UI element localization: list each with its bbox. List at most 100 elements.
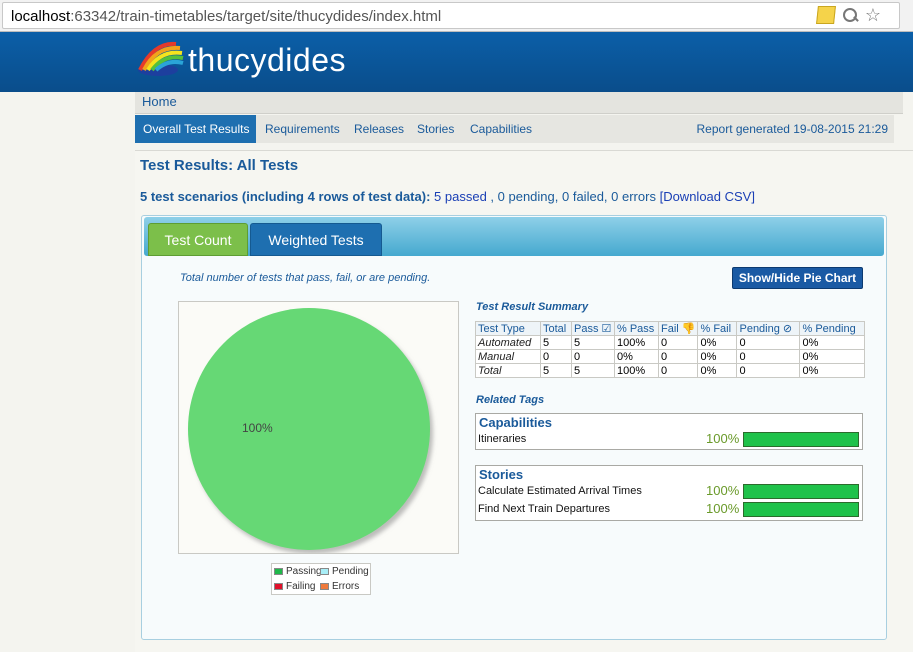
legend-errors-swatch <box>320 582 329 590</box>
tag-progress-fill <box>744 485 858 498</box>
legend-item-errors: Errors <box>320 581 359 592</box>
pie-chart-area: 100% <box>178 301 459 554</box>
separator: , <box>486 189 498 204</box>
cell: 0% <box>697 335 738 350</box>
column-header-fail: Fail 👎 <box>657 321 699 336</box>
url-path: :63342/train-timetables/target/site/thuc… <box>70 8 442 25</box>
main-nav: Overall Test Results Requirements Releas… <box>135 115 894 143</box>
pie-legend: Passing Pending Failing Errors <box>271 563 371 595</box>
column-header-pct-fail: % Fail <box>697 321 738 336</box>
legend-failing-label: Failing <box>286 581 316 592</box>
scenario-count-text: 5 test scenarios (including 4 rows of te… <box>140 189 431 204</box>
tab-weighted-tests[interactable]: Weighted Tests <box>250 223 382 256</box>
url-text: localhost:63342/train-timetables/target/… <box>11 8 441 25</box>
pie-slice-passing[interactable] <box>188 308 430 550</box>
tab-stories[interactable]: Stories <box>417 115 454 143</box>
page-title: Test Results: All Tests <box>140 157 299 174</box>
column-header-total: Total <box>540 321 572 336</box>
tag-progress-fill <box>744 433 858 446</box>
tag-progress-bar <box>743 502 859 517</box>
results-panel: Test Count Weighted Tests Total number o… <box>141 215 887 640</box>
column-header-pct-pass: % Pass <box>614 321 659 336</box>
address-bar[interactable]: localhost:63342/train-timetables/target/… <box>2 2 900 29</box>
cell: 0 <box>736 363 801 378</box>
cell: 0% <box>799 335 866 350</box>
tag-row: Find Next Train Departures 100% <box>476 501 862 519</box>
tab-releases[interactable]: Releases <box>354 115 404 143</box>
separator: , <box>554 189 562 204</box>
tag-name-link[interactable]: Find Next Train Departures <box>478 503 610 515</box>
legend-item-failing: Failing <box>274 581 315 592</box>
cell: 0 <box>571 349 615 364</box>
row-label: Manual <box>475 349 541 364</box>
cell: 0 <box>736 349 801 364</box>
tag-row: Itineraries 100% <box>476 431 862 449</box>
tab-overall-test-results[interactable]: Overall Test Results <box>135 115 256 143</box>
pie-slices <box>188 308 430 550</box>
cell: 0% <box>697 363 738 378</box>
main-content: Test Results: All Tests 5 test scenarios… <box>135 150 913 652</box>
tag-percent: 100% <box>706 483 740 498</box>
show-hide-pie-chart-button[interactable]: Show/Hide Pie Chart <box>732 267 863 289</box>
legend-pending-label: Pending <box>332 566 369 577</box>
address-bar-icons: ☆ <box>815 6 881 24</box>
url-host: localhost <box>11 8 71 25</box>
thucydides-logo-icon <box>138 41 184 76</box>
column-header-pending: Pending ⊘ <box>736 321 801 336</box>
cell: 5 <box>571 363 615 378</box>
legend-errors-label: Errors <box>332 581 360 592</box>
cell: 0 <box>657 335 699 350</box>
column-header-pass: Pass ☑ <box>571 321 615 336</box>
capabilities-tag-box: Capabilities Itineraries 100% <box>475 413 863 450</box>
left-margin <box>0 92 135 652</box>
tab-capabilities[interactable]: Capabilities <box>470 115 532 143</box>
cell: 100% <box>614 363 659 378</box>
tag-progress-bar <box>743 484 859 499</box>
tag-progress-fill <box>744 503 858 516</box>
row-label: Automated <box>475 335 541 350</box>
sticky-note-icon[interactable] <box>815 6 836 24</box>
cell: 0% <box>697 349 738 364</box>
errors-count: 0 errors <box>611 189 656 204</box>
column-header-pct-pending: % Pending <box>799 321 866 336</box>
cell: 0% <box>614 349 659 364</box>
legend-item-pending: Pending <box>320 566 369 577</box>
table-row: Automated 5 5 100% 0 0% 0 0% <box>475 335 866 350</box>
cell: 5 <box>540 363 572 378</box>
tag-name-link[interactable]: Calculate Estimated Arrival Times <box>478 485 642 497</box>
download-csv-link[interactable]: [Download CSV] <box>660 189 755 204</box>
cell: 0 <box>540 349 572 364</box>
cell: 0 <box>657 363 699 378</box>
legend-failing-swatch <box>274 582 283 590</box>
tab-test-count[interactable]: Test Count <box>148 223 248 256</box>
cell: 0% <box>799 349 866 364</box>
site-logo-text[interactable]: thucydides <box>188 42 346 79</box>
column-header-test-type: Test Type <box>475 321 541 336</box>
table-row: Total 5 5 100% 0 0% 0 0% <box>475 363 866 378</box>
breadcrumb: Home <box>135 92 903 114</box>
capabilities-title: Capabilities <box>479 415 552 430</box>
pie-slice-label: 100% <box>242 421 273 435</box>
test-result-summary-table: Test Type Total Pass ☑ % Pass Fail 👎 % F… <box>475 321 866 378</box>
results-tabbar: Test Count Weighted Tests <box>144 217 884 256</box>
browser-toolbar: localhost:63342/train-timetables/target/… <box>0 0 913 32</box>
table-row: Manual 0 0 0% 0 0% 0 0% <box>475 349 866 364</box>
chart-caption: Total number of tests that pass, fail, o… <box>180 272 431 284</box>
test-result-summary-title: Test Result Summary <box>476 301 589 313</box>
tag-name-link[interactable]: Itineraries <box>478 433 526 445</box>
cell: 0% <box>799 363 866 378</box>
bookmark-star-icon[interactable]: ☆ <box>865 6 881 24</box>
report-generated-date: Report generated 19-08-2015 21:29 <box>696 122 888 136</box>
tab-requirements[interactable]: Requirements <box>265 115 340 143</box>
breadcrumb-home-link[interactable]: Home <box>142 94 177 109</box>
legend-passing-swatch <box>274 567 283 575</box>
legend-item-passing: Passing <box>274 566 322 577</box>
stories-tag-box: Stories Calculate Estimated Arrival Time… <box>475 465 863 521</box>
passed-link[interactable]: 5 passed <box>434 189 487 204</box>
legend-pending-swatch <box>320 567 329 575</box>
site-header: thucydides <box>0 32 913 92</box>
zoom-icon[interactable] <box>841 6 859 24</box>
row-label: Total <box>475 363 541 378</box>
summary-header-row: Test Type Total Pass ☑ % Pass Fail 👎 % F… <box>475 321 866 336</box>
failed-count: 0 failed <box>562 189 604 204</box>
